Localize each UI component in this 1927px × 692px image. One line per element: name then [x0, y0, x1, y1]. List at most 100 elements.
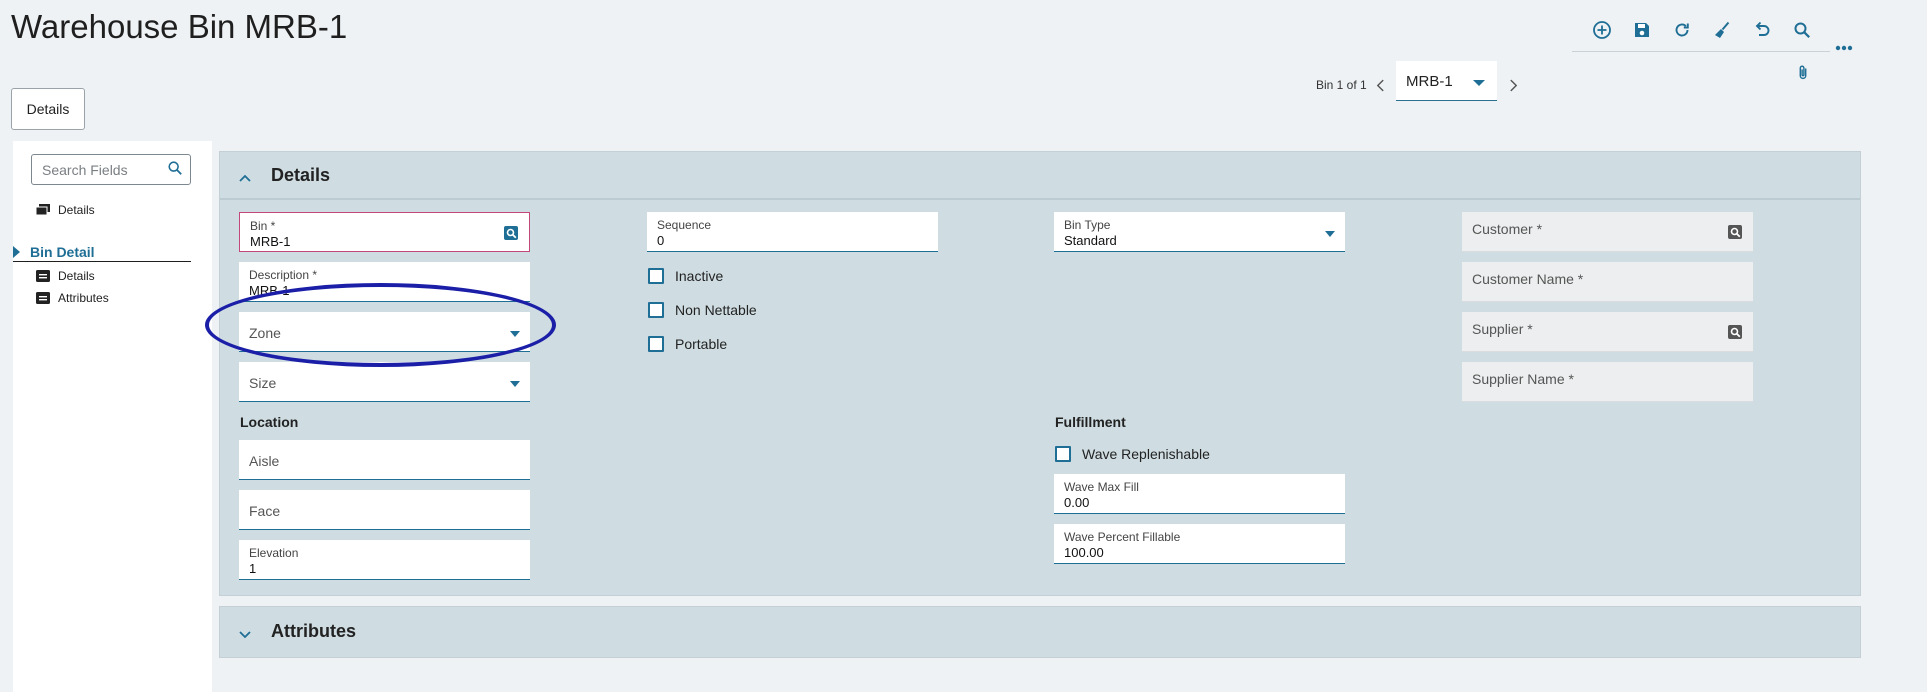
checkbox-label: Inactive	[675, 268, 724, 284]
refresh-button[interactable]	[1662, 16, 1702, 44]
size-select[interactable]: Size	[239, 362, 530, 402]
wave-max-fill-label: Wave Max Fill	[1064, 480, 1139, 494]
caret-down-icon	[510, 331, 520, 337]
checkbox-label: Wave Replenishable	[1082, 446, 1210, 462]
customer-name-label: Customer Name *	[1472, 271, 1584, 287]
more-button[interactable]	[1834, 38, 1854, 58]
zone-select[interactable]: Zone	[239, 312, 530, 352]
customer-field: Customer *	[1462, 212, 1753, 252]
nav-item-details[interactable]: Details	[36, 203, 95, 217]
supplier-name-field: Supplier Name *	[1462, 362, 1753, 402]
chevron-down-icon	[239, 631, 251, 639]
attributes-section-title: Attributes	[271, 621, 356, 641]
find-button[interactable]	[1782, 16, 1822, 44]
elevation-label: Elevation	[249, 546, 299, 560]
supplier-label: Supplier *	[1472, 321, 1533, 337]
toolbar	[1582, 16, 1822, 44]
caret-down-icon	[510, 381, 520, 387]
checkbox-box	[648, 336, 664, 352]
elevation-field[interactable]: Elevation 1	[239, 540, 530, 580]
attachment-button[interactable]	[1793, 63, 1813, 83]
save-button[interactable]	[1622, 16, 1662, 44]
bin-type-select[interactable]: Bin Type Standard	[1054, 212, 1345, 252]
checkbox-label: Portable	[675, 336, 728, 352]
description-value: MRB-1	[249, 283, 290, 298]
expand-triangle-icon	[13, 245, 20, 258]
lookup-icon[interactable]	[1727, 224, 1743, 240]
previous-record-button[interactable]	[1372, 76, 1388, 94]
page-title: Warehouse Bin MRB-1	[11, 8, 348, 45]
toolbar-divider	[1572, 51, 1830, 52]
chevron-left-icon	[1376, 79, 1384, 91]
inactive-checkbox[interactable]: Inactive	[648, 268, 723, 284]
checkbox-box	[648, 268, 664, 284]
search-fields-button[interactable]	[167, 160, 185, 178]
checkbox-box	[648, 302, 664, 318]
form-icon	[36, 270, 50, 282]
non-nettable-checkbox[interactable]: Non Nettable	[648, 302, 757, 318]
checkbox-label: Non Nettable	[675, 302, 757, 318]
undo-icon	[1755, 21, 1770, 36]
clear-button[interactable]	[1702, 16, 1742, 44]
bin-field[interactable]: Bin * MRB-1	[239, 212, 530, 252]
lookup-icon[interactable]	[503, 225, 519, 241]
details-section-header[interactable]	[220, 152, 1860, 200]
search-icon	[1794, 22, 1810, 38]
attributes-section[interactable]	[219, 606, 1861, 658]
wave-percent-fillable-label: Wave Percent Fillable	[1064, 530, 1181, 544]
wave-percent-fillable-field[interactable]: Wave Percent Fillable 100.00	[1054, 524, 1345, 564]
zone-label: Zone	[249, 325, 281, 341]
chevron-up-icon	[239, 174, 251, 182]
wave-replenishable-checkbox[interactable]: Wave Replenishable	[1055, 446, 1210, 462]
aisle-label: Aisle	[249, 453, 280, 469]
add-button[interactable]	[1582, 16, 1622, 44]
record-select[interactable]: MRB-1	[1396, 61, 1497, 101]
wave-percent-fillable-value: 100.00	[1064, 545, 1104, 560]
clear-icon	[1715, 21, 1730, 38]
undo-button[interactable]	[1742, 16, 1782, 44]
wave-max-fill-field[interactable]: Wave Max Fill 0.00	[1054, 474, 1345, 514]
wave-max-fill-value: 0.00	[1064, 495, 1090, 510]
portable-checkbox[interactable]: Portable	[648, 336, 727, 352]
field-navigator	[13, 141, 212, 692]
attachment-icon	[1799, 65, 1807, 80]
bin-type-value: Standard	[1064, 233, 1117, 248]
customer-label: Customer *	[1472, 221, 1543, 237]
add-icon	[1593, 21, 1611, 39]
nav-group-bin-detail[interactable]: Bin Detail	[13, 242, 191, 262]
elevation-value: 1	[249, 561, 257, 576]
more-icon	[1835, 45, 1853, 51]
chevron-right-icon	[1509, 79, 1517, 91]
collapse-details-button[interactable]	[238, 170, 252, 188]
face-field[interactable]: Face	[239, 490, 530, 530]
location-group-label: Location	[240, 414, 299, 430]
bin-label: Bin *	[250, 219, 276, 233]
form-icon	[36, 292, 50, 304]
next-record-button[interactable]	[1505, 76, 1521, 94]
nav-item-details-sub[interactable]: Details	[36, 269, 95, 283]
caret-down-icon	[1325, 231, 1335, 237]
layers-icon	[36, 204, 50, 216]
save-icon	[1635, 23, 1649, 37]
sequence-field[interactable]: Sequence 0	[647, 212, 938, 252]
nav-item-attributes[interactable]: Attributes	[36, 291, 109, 305]
size-label: Size	[249, 375, 277, 391]
details-section-title: Details	[271, 165, 331, 185]
nav-item-label: Details	[58, 269, 95, 283]
lookup-icon[interactable]	[1727, 324, 1743, 340]
description-field[interactable]: Description * MRB-1	[239, 262, 530, 302]
sequence-value: 0	[657, 233, 665, 248]
record-select-value: MRB-1	[1406, 73, 1453, 90]
description-label: Description *	[249, 268, 318, 282]
fulfillment-group-label: Fulfillment	[1055, 414, 1126, 430]
checkbox-box	[1055, 446, 1071, 462]
expand-attributes-button[interactable]	[238, 627, 252, 645]
nav-item-label: Details	[58, 203, 95, 217]
tab-details[interactable]: Details	[11, 88, 85, 130]
record-counter: Bin 1 of 1	[1316, 78, 1367, 92]
aisle-field[interactable]: Aisle	[239, 440, 530, 480]
nav-group-label: Bin Detail	[30, 243, 95, 260]
supplier-name-label: Supplier Name *	[1472, 371, 1574, 387]
customer-name-field: Customer Name *	[1462, 262, 1753, 302]
sequence-label: Sequence	[657, 218, 712, 232]
